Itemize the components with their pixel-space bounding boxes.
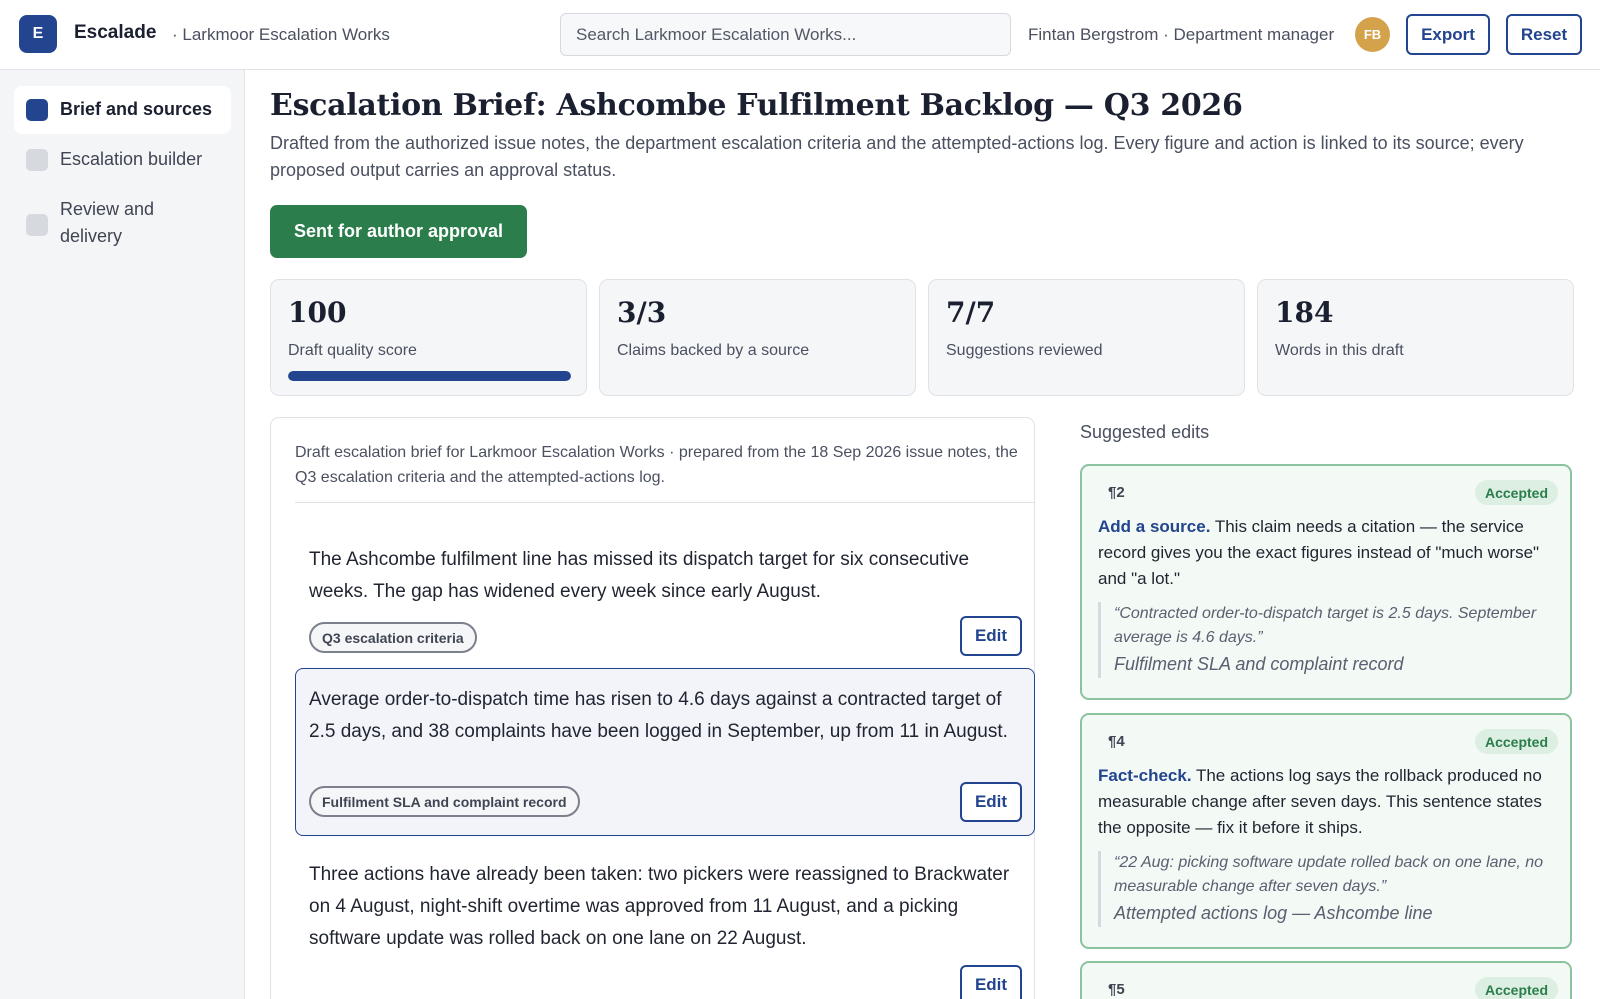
- export-button[interactable]: Export: [1406, 14, 1490, 55]
- stat-card-claims: 3/3 Claims backed by a source: [599, 279, 916, 396]
- sidebar-item-escalation-builder[interactable]: Escalation builder: [14, 136, 231, 184]
- stat-label: Words in this draft: [1275, 342, 1404, 359]
- quote-text: “22 Aug: picking software update rolled …: [1114, 854, 1544, 895]
- edit-button[interactable]: Edit: [960, 616, 1022, 656]
- sidebar-item-brief-and-sources[interactable]: Brief and sources: [14, 86, 231, 134]
- source-chip[interactable]: Fulfilment SLA and complaint record: [309, 786, 580, 817]
- source-chip[interactable]: Q3 escalation criteria: [309, 622, 477, 653]
- paragraph-text: Three actions have already been taken: t…: [309, 864, 1010, 949]
- status-badge: Accepted: [1474, 977, 1558, 999]
- edit-button[interactable]: Edit: [960, 965, 1022, 999]
- sidebar-item-label: Brief and sources: [60, 99, 213, 119]
- top-bar: E Escalade · Larkmoor Escalation Works F…: [0, 0, 1600, 70]
- source-quote: “22 Aug: picking software update rolled …: [1098, 851, 1558, 927]
- stat-value: 7/7: [946, 296, 996, 329]
- stat-value: 3/3: [617, 296, 667, 329]
- page-title: Escalation Brief: Ashcombe Fulfilment Ba…: [270, 88, 1243, 123]
- suggestion-body: Fact-check. The actions log says the rol…: [1098, 763, 1560, 841]
- source-quote: “Contracted order-to-dispatch target is …: [1098, 602, 1558, 678]
- draft-paragraph-selected[interactable]: Average order-to-dispatch time has risen…: [295, 668, 1035, 836]
- suggestion-paragraph-ref: ¶2: [1108, 484, 1125, 501]
- stat-value: 184: [1275, 296, 1334, 329]
- edit-button[interactable]: Edit: [960, 782, 1022, 822]
- avatar[interactable]: FB: [1355, 17, 1390, 52]
- quote-source: Attempted actions log — Ashcombe line: [1114, 903, 1433, 923]
- app-logo: E: [19, 15, 57, 53]
- stat-card-words: 184 Words in this draft: [1257, 279, 1574, 396]
- stat-label: Suggestions reviewed: [946, 342, 1103, 359]
- sidebar-item-label: Escalation builder: [60, 149, 203, 169]
- suggestion-action[interactable]: Fact-check.: [1098, 766, 1192, 785]
- suggestion-paragraph-ref: ¶5: [1108, 981, 1125, 998]
- draft-panel: Draft escalation brief for Larkmoor Esca…: [270, 417, 1035, 999]
- approval-status-button[interactable]: Sent for author approval: [270, 205, 527, 258]
- suggestion-card[interactable]: ¶2 Accepted Add a source. This claim nee…: [1080, 464, 1572, 700]
- suggestion-card[interactable]: ¶4 Accepted Fact-check. The actions log …: [1080, 713, 1572, 949]
- sidebar-item-review-and-delivery[interactable]: Review and delivery: [14, 188, 231, 258]
- app-name: Escalade: [74, 22, 157, 43]
- paragraph-text: The Ashcombe fulfilment line has missed …: [309, 549, 970, 602]
- suggestions-heading: Suggested edits: [1080, 422, 1210, 442]
- nav-indicator-icon: [26, 149, 48, 171]
- quote-text: “Contracted order-to-dispatch target is …: [1114, 605, 1537, 646]
- nav-indicator-icon: [26, 214, 48, 236]
- quote-source: Fulfilment SLA and complaint record: [1114, 654, 1404, 674]
- draft-paragraph[interactable]: The Ashcombe fulfilment line has missed …: [295, 528, 1035, 680]
- suggestion-body: Add a source. This claim needs a citatio…: [1098, 514, 1560, 592]
- status-badge: Accepted: [1474, 729, 1558, 754]
- stat-card-suggestions: 7/7 Suggestions reviewed: [928, 279, 1245, 396]
- quality-progress-bar: [288, 371, 571, 381]
- reset-button[interactable]: Reset: [1506, 14, 1582, 55]
- stat-value: 100: [288, 296, 347, 329]
- paragraph-text: Average order-to-dispatch time has risen…: [309, 689, 1008, 742]
- nav-indicator-icon: [26, 99, 48, 121]
- stat-card-quality: 100 Draft quality score: [270, 279, 587, 396]
- suggestion-paragraph-ref: ¶4: [1108, 733, 1125, 750]
- stat-label: Claims backed by a source: [617, 342, 810, 359]
- draft-paragraph[interactable]: Three actions have already been taken: t…: [295, 843, 1035, 999]
- org-name: · Larkmoor Escalation Works: [172, 25, 390, 44]
- draft-header: Draft escalation brief for Larkmoor Esca…: [295, 444, 1018, 486]
- status-badge: Accepted: [1474, 480, 1558, 505]
- quality-progress-fill: [288, 371, 571, 381]
- divider: [295, 502, 1035, 503]
- sidebar: Brief and sources Escalation builder Rev…: [0, 70, 245, 999]
- suggestion-card[interactable]: ¶5 Accepted: [1080, 961, 1572, 999]
- sidebar-item-label: Review and delivery: [60, 199, 155, 246]
- suggestion-action[interactable]: Add a source.: [1098, 517, 1210, 536]
- page-subtitle: Drafted from the authorized issue notes,…: [270, 133, 1524, 180]
- user-info: Fintan Bergstrom · Department manager: [1028, 25, 1335, 44]
- search-input[interactable]: [560, 13, 1011, 56]
- stat-label: Draft quality score: [288, 342, 417, 359]
